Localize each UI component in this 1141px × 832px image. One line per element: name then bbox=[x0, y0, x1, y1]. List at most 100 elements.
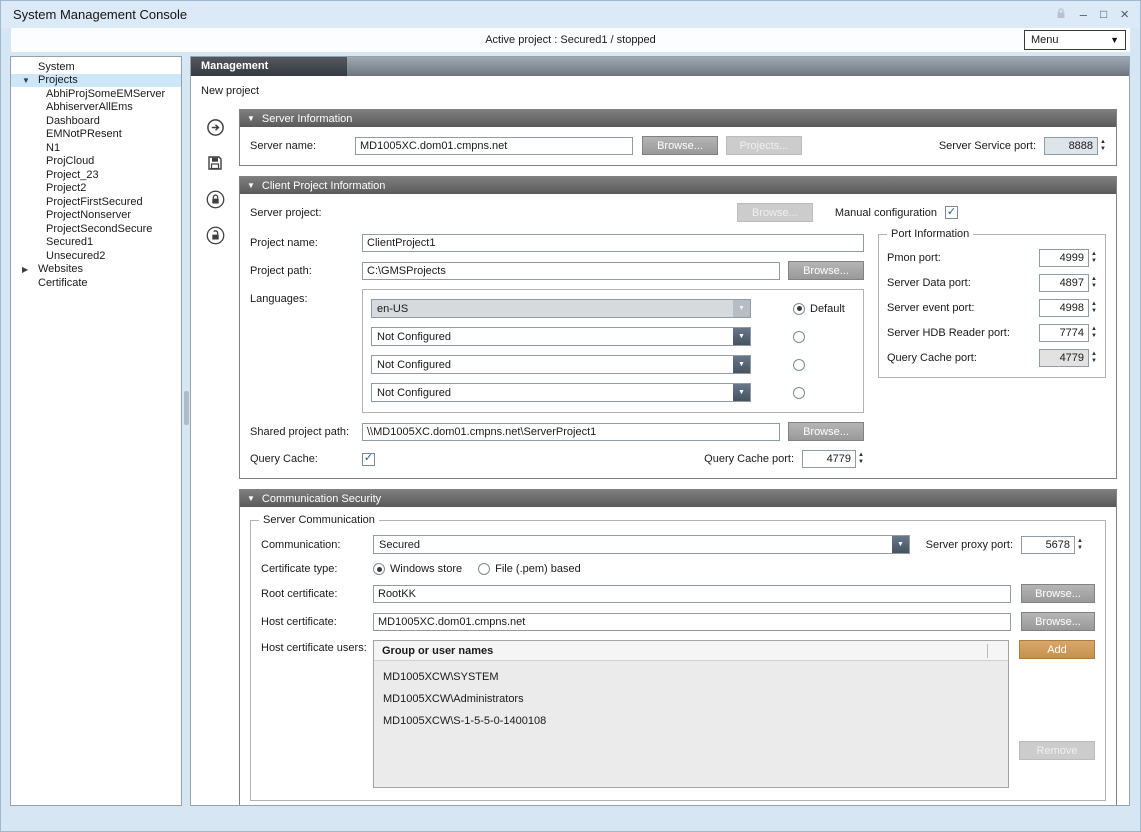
active-project-text: Active project : Secured1 / stopped bbox=[485, 34, 656, 46]
tree-item[interactable]: Certificate bbox=[11, 276, 181, 290]
tree-item[interactable]: System bbox=[11, 60, 181, 74]
maximize-button[interactable]: □ bbox=[1100, 8, 1107, 20]
port-spinner[interactable]: ▲▼ bbox=[1091, 276, 1097, 290]
add-user-button[interactable]: Add bbox=[1019, 640, 1095, 659]
lock-project-button[interactable] bbox=[205, 189, 225, 209]
tree-item[interactable]: Project2 bbox=[11, 182, 181, 196]
shared-project-path-input[interactable] bbox=[362, 423, 780, 441]
port-spinner[interactable]: ▲▼ bbox=[1091, 301, 1097, 315]
windows-store-radio[interactable] bbox=[373, 563, 385, 575]
chevron-down-icon[interactable]: ▼ bbox=[733, 300, 750, 317]
communication-select[interactable]: Secured ▼ bbox=[373, 535, 910, 554]
tree-item[interactable]: ProjectFirstSecured bbox=[11, 195, 181, 209]
browse-root-certificate-button[interactable]: Browse... bbox=[1021, 584, 1095, 603]
tree-item-label: Projects bbox=[38, 74, 78, 86]
menu-dropdown[interactable]: Menu ▼ bbox=[1024, 30, 1126, 50]
server-name-input[interactable] bbox=[355, 137, 633, 155]
port-input[interactable]: 4998 bbox=[1039, 299, 1089, 317]
browse-host-certificate-button[interactable]: Browse... bbox=[1021, 612, 1095, 631]
default-language-radio[interactable] bbox=[793, 331, 805, 343]
list-item[interactable]: MD1005XCW\S-1-5-5-0-1400108 bbox=[374, 710, 1008, 732]
close-button[interactable]: × bbox=[1120, 7, 1129, 22]
browse-project-path-button[interactable]: Browse... bbox=[788, 261, 864, 280]
splitter-handle[interactable] bbox=[184, 391, 189, 425]
tree-item-label: N1 bbox=[46, 142, 60, 154]
tree-item[interactable]: ▼ Projects bbox=[11, 74, 181, 88]
server-proxy-port-input[interactable]: 5678 bbox=[1021, 536, 1075, 554]
port-input[interactable]: 4999 bbox=[1039, 249, 1089, 267]
tab-management[interactable]: Management bbox=[191, 57, 347, 76]
project-path-input[interactable] bbox=[362, 262, 780, 280]
list-item[interactable]: MD1005XCW\Administrators bbox=[374, 688, 1008, 710]
client-project-header[interactable]: ▼ Client Project Information bbox=[240, 177, 1116, 194]
language-select[interactable]: Not Configured ▼ bbox=[371, 327, 751, 346]
splitter[interactable] bbox=[182, 56, 190, 806]
tree-item[interactable]: Dashboard bbox=[11, 114, 181, 128]
port-input[interactable]: 4779 bbox=[1039, 349, 1089, 367]
port-spinner[interactable]: ▲▼ bbox=[1091, 251, 1097, 265]
unlock-project-button[interactable] bbox=[205, 225, 225, 245]
pem-file-radio[interactable] bbox=[478, 563, 490, 575]
tree-item[interactable]: AbhiProjSomeEMServer bbox=[11, 87, 181, 101]
chevron-down-icon[interactable]: ▼ bbox=[733, 328, 750, 345]
root-certificate-input[interactable] bbox=[373, 585, 1011, 603]
port-spinner[interactable]: ▲▼ bbox=[1091, 351, 1097, 365]
browse-server-project-button[interactable]: Browse... bbox=[737, 203, 813, 222]
port-spinner[interactable]: ▲▼ bbox=[1091, 326, 1097, 340]
chevron-down-icon[interactable]: ▼ bbox=[733, 356, 750, 373]
communication-security-header[interactable]: ▼ Communication Security bbox=[240, 490, 1116, 507]
window-controls: – □ × bbox=[1055, 0, 1129, 28]
chevron-down-icon: ▼ bbox=[1110, 35, 1119, 45]
active-project-bar: Active project : Secured1 / stopped Menu… bbox=[11, 28, 1130, 52]
project-name-input[interactable] bbox=[362, 234, 864, 252]
management-content: ▼ Server Information Server name: Browse… bbox=[191, 109, 1129, 806]
tree-item-label: Dashboard bbox=[46, 115, 100, 127]
section-title: Communication Security bbox=[262, 493, 381, 505]
languages-label: Languages: bbox=[250, 289, 362, 305]
tree-item[interactable]: ProjectSecondSecure bbox=[11, 222, 181, 236]
launch-project-button[interactable] bbox=[205, 117, 225, 137]
proxy-port-spinner[interactable]: ▲▼ bbox=[1077, 538, 1083, 552]
host-certificate-input[interactable] bbox=[373, 613, 1011, 631]
tree-item[interactable]: Project_23 bbox=[11, 168, 181, 182]
save-project-button[interactable] bbox=[205, 153, 225, 173]
remove-user-button[interactable]: Remove bbox=[1019, 741, 1095, 760]
language-select[interactable]: Not Configured ▼ bbox=[371, 383, 751, 402]
service-port-spinner[interactable]: ▲▼ bbox=[1100, 139, 1106, 153]
default-language-radio[interactable] bbox=[793, 359, 805, 371]
projects-button[interactable]: Projects... bbox=[726, 136, 802, 155]
query-cache-port-label: Query Cache port: bbox=[704, 453, 794, 465]
service-port-input[interactable]: 8888 bbox=[1044, 137, 1098, 155]
tree-item[interactable]: AbhiserverAllEms bbox=[11, 101, 181, 115]
query-cache-checkbox[interactable]: ✓ bbox=[362, 453, 375, 466]
port-input[interactable]: 7774 bbox=[1039, 324, 1089, 342]
default-language-radio[interactable] bbox=[793, 303, 805, 315]
tree-item[interactable]: Secured1 bbox=[11, 236, 181, 250]
language-select[interactable]: Not Configured ▼ bbox=[371, 355, 751, 374]
tree-expander-icon[interactable]: ▶ bbox=[22, 265, 38, 274]
chevron-down-icon[interactable]: ▼ bbox=[733, 384, 750, 401]
query-cache-port-input[interactable]: 4779 bbox=[802, 450, 856, 468]
tree-item[interactable]: N1 bbox=[11, 141, 181, 155]
port-label: Pmon port: bbox=[887, 252, 1039, 264]
manual-configuration-checkbox[interactable]: ✓ bbox=[945, 206, 958, 219]
server-information-header[interactable]: ▼ Server Information bbox=[240, 110, 1116, 127]
query-cache-port-spinner[interactable]: ▲▼ bbox=[858, 452, 864, 466]
tree-item[interactable]: ProjCloud bbox=[11, 155, 181, 169]
host-certificate-users-list[interactable]: Group or user names MD1005XCW\SYSTEMMD10… bbox=[373, 640, 1009, 788]
manual-configuration-label: Manual configuration bbox=[835, 207, 937, 219]
default-language-radio[interactable] bbox=[793, 387, 805, 399]
launch-project-icon bbox=[206, 118, 225, 137]
tree-item[interactable]: ProjectNonserver bbox=[11, 209, 181, 223]
chevron-down-icon[interactable]: ▼ bbox=[892, 536, 909, 553]
tree-expander-icon[interactable]: ▼ bbox=[22, 76, 38, 85]
list-item[interactable]: MD1005XCW\SYSTEM bbox=[374, 666, 1008, 688]
browse-shared-path-button[interactable]: Browse... bbox=[788, 422, 864, 441]
port-input[interactable]: 4897 bbox=[1039, 274, 1089, 292]
tree-item[interactable]: Unsecured2 bbox=[11, 249, 181, 263]
minimize-button[interactable]: – bbox=[1080, 8, 1087, 21]
primary-language-select[interactable]: en-US ▼ bbox=[371, 299, 751, 318]
tree-item[interactable]: EMNotPResent bbox=[11, 128, 181, 142]
tree-item[interactable]: ▶ Websites bbox=[11, 263, 181, 277]
browse-server-button[interactable]: Browse... bbox=[642, 136, 718, 155]
